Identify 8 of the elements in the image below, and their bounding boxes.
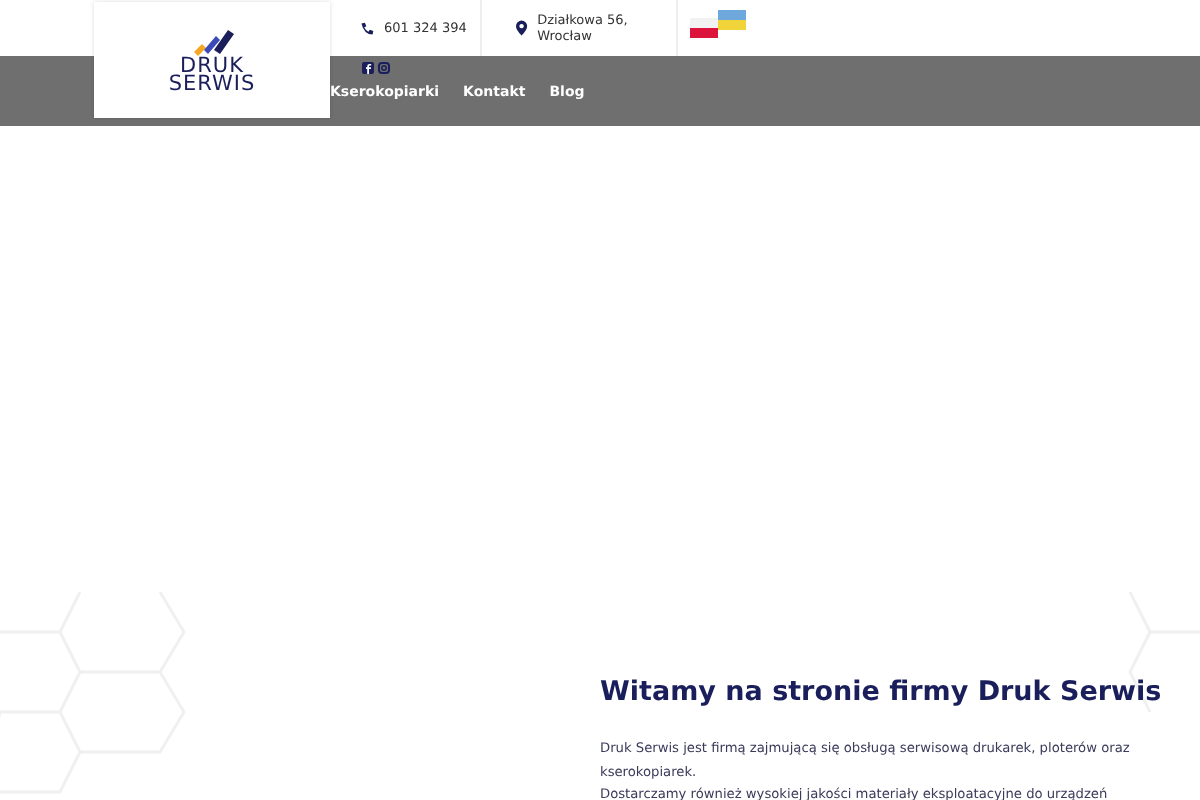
facebook-icon[interactable] bbox=[362, 62, 374, 74]
logo-wordmark: DRUK SERWIS bbox=[168, 58, 256, 94]
phone-icon bbox=[360, 21, 374, 35]
welcome-heading: Witamy na stronie firmy Druk Serwis bbox=[600, 676, 1164, 708]
logo-card[interactable]: DRUK SERWIS bbox=[94, 2, 330, 118]
instagram-icon[interactable] bbox=[378, 62, 390, 74]
map-pin-icon bbox=[516, 20, 528, 36]
polish-flag-icon[interactable] bbox=[690, 18, 718, 38]
